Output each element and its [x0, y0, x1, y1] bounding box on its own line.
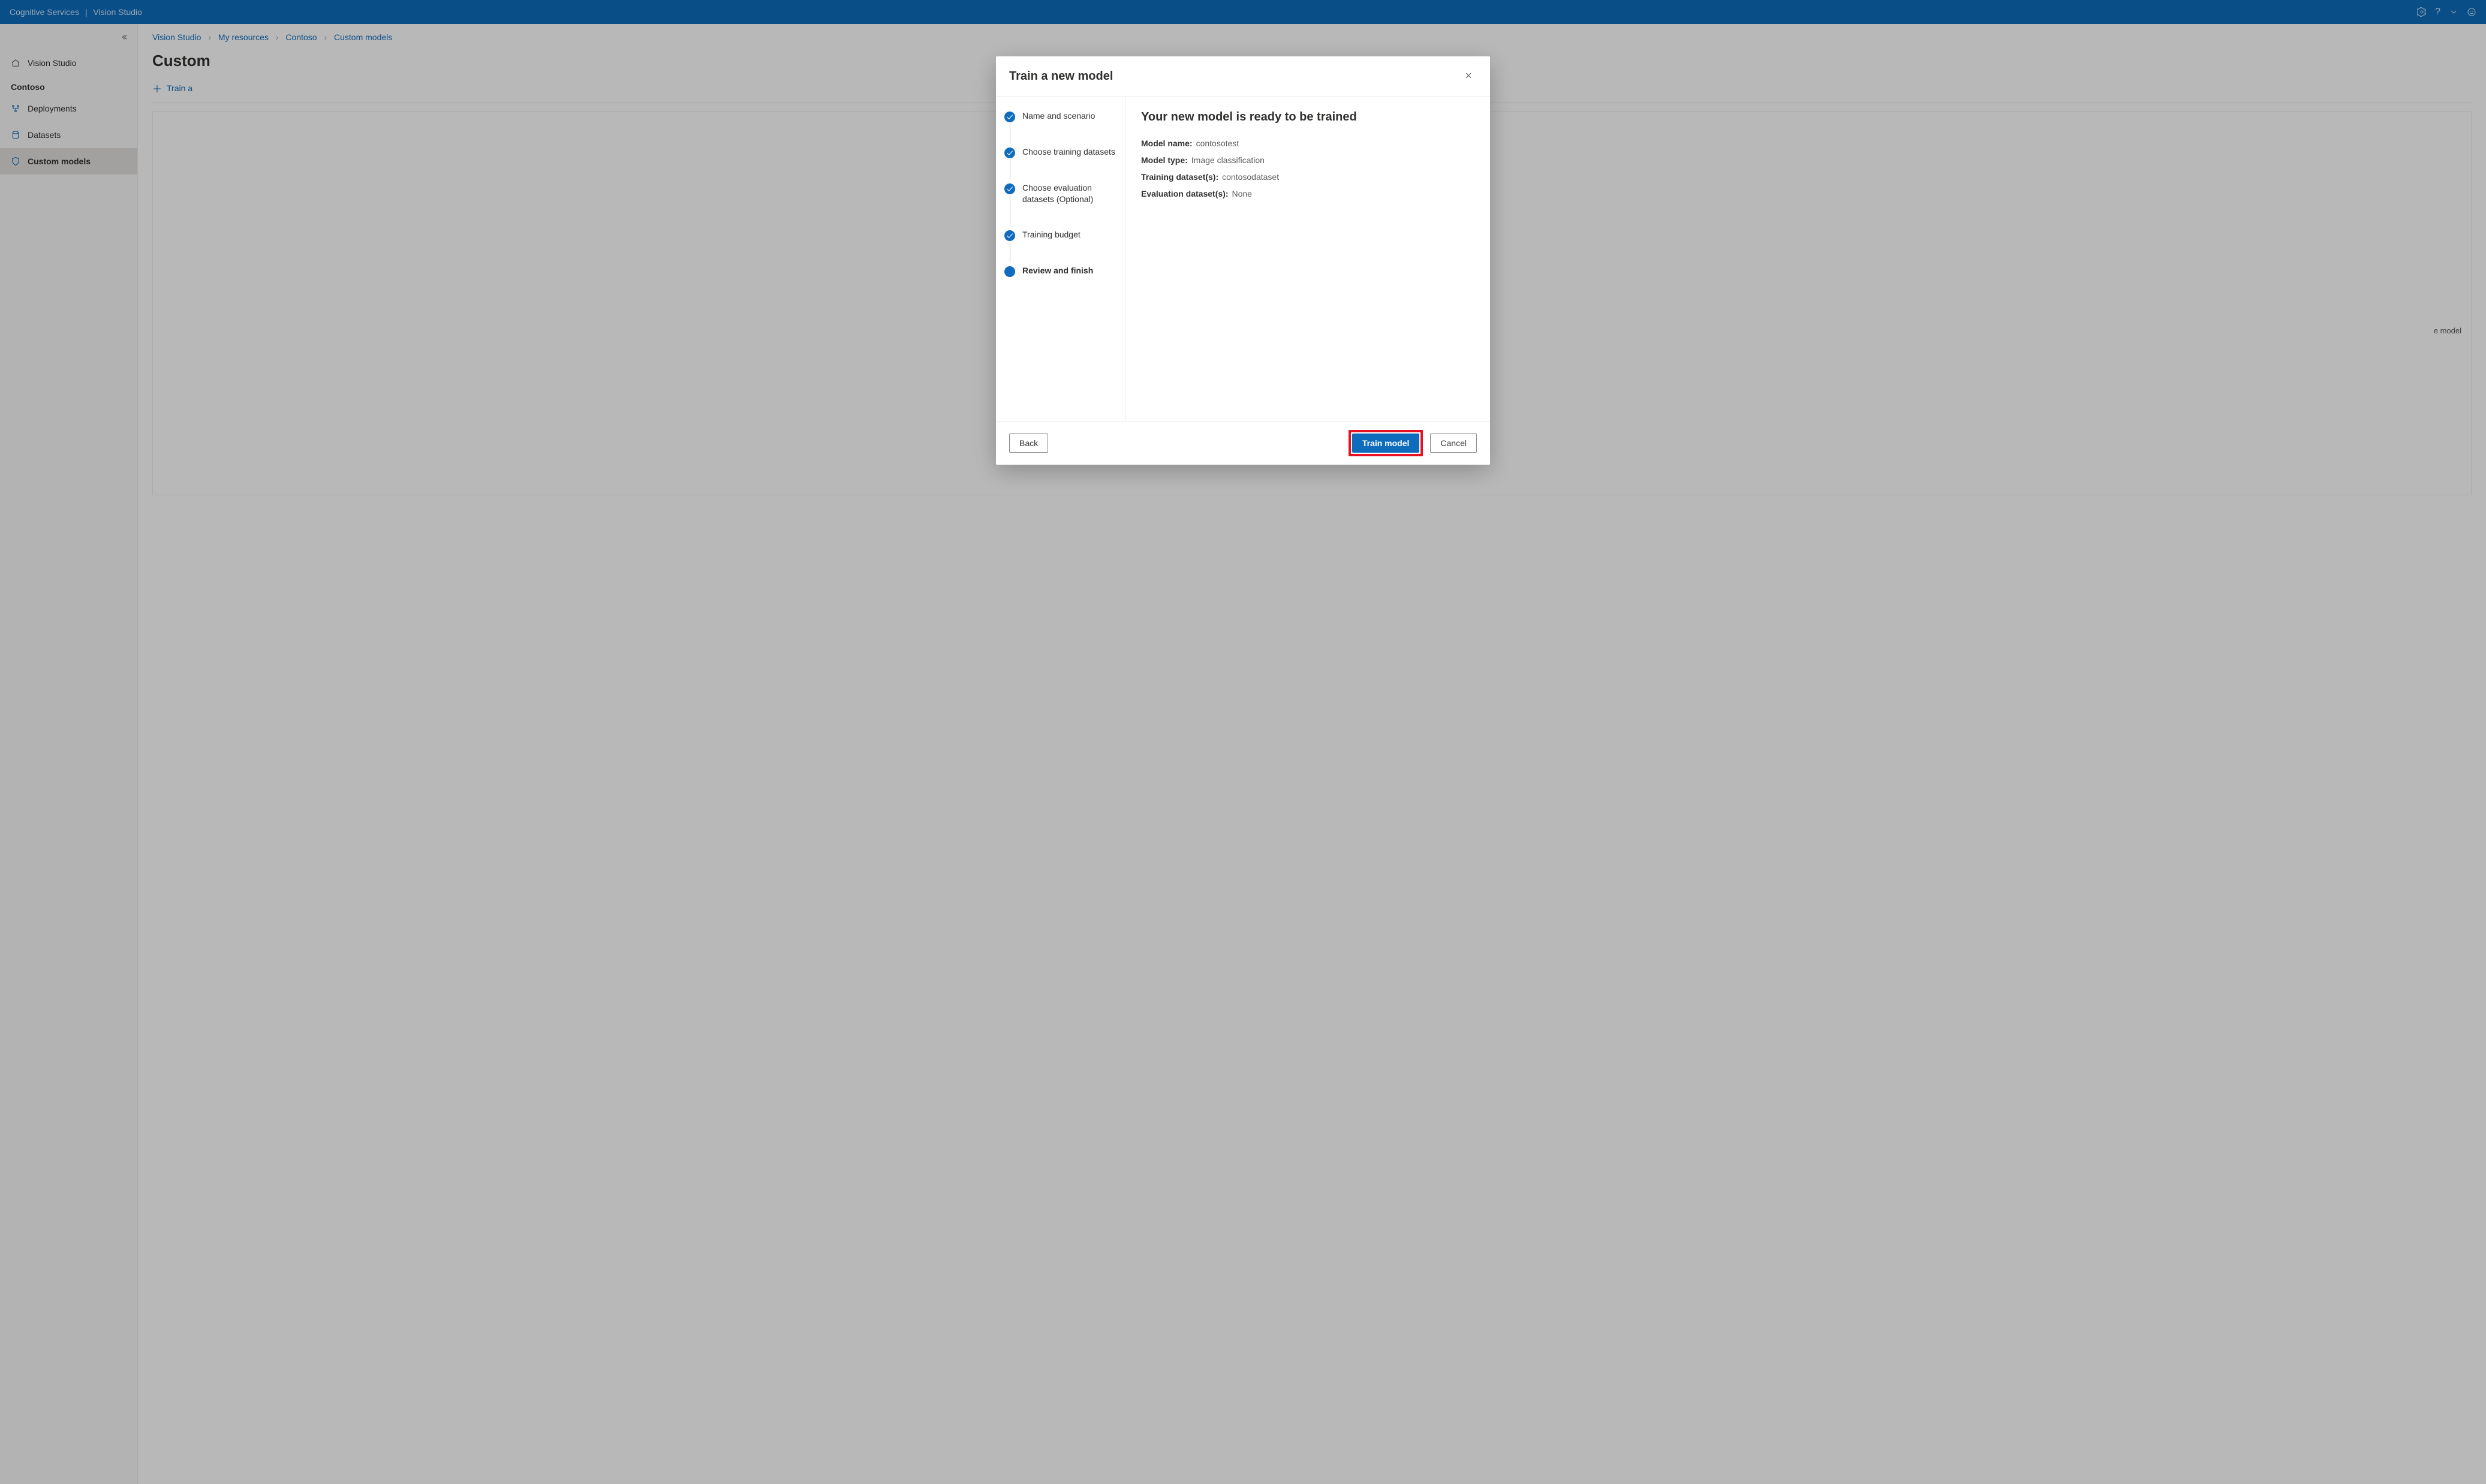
- step-review-finish[interactable]: Review and finish: [1004, 265, 1116, 277]
- review-model-type: Model type: Image classification: [1141, 152, 1474, 168]
- review-heading: Your new model is ready to be trained: [1141, 110, 1474, 124]
- review-training-datasets: Training dataset(s): contosodataset: [1141, 168, 1474, 185]
- review-evaluation-datasets: Evaluation dataset(s): None: [1141, 185, 1474, 202]
- train-model-button[interactable]: Train model: [1352, 434, 1420, 453]
- step-evaluation-datasets[interactable]: Choose evaluation datasets (Optional): [1004, 182, 1116, 229]
- train-model-dialog: Train a new model Name and scenario Choo…: [996, 56, 1490, 465]
- step-name-scenario[interactable]: Name and scenario: [1004, 110, 1116, 146]
- cancel-button[interactable]: Cancel: [1430, 434, 1477, 453]
- step-training-budget[interactable]: Training budget: [1004, 229, 1116, 265]
- review-model-name: Model name: contosotest: [1141, 135, 1474, 152]
- check-icon: [1004, 183, 1015, 194]
- check-icon: [1004, 230, 1015, 241]
- wizard-steps: Name and scenario Choose training datase…: [996, 97, 1125, 421]
- close-icon[interactable]: [1460, 67, 1477, 86]
- review-panel: Your new model is ready to be trained Mo…: [1125, 97, 1490, 421]
- current-step-dot: [1004, 266, 1015, 277]
- check-icon: [1004, 112, 1015, 122]
- dialog-title: Train a new model: [1009, 70, 1113, 83]
- modal-overlay[interactable]: Train a new model Name and scenario Choo…: [0, 0, 2486, 1484]
- step-training-datasets[interactable]: Choose training datasets: [1004, 146, 1116, 182]
- back-button[interactable]: Back: [1009, 434, 1048, 453]
- check-icon: [1004, 148, 1015, 158]
- train-model-highlight: Train model: [1349, 430, 1423, 456]
